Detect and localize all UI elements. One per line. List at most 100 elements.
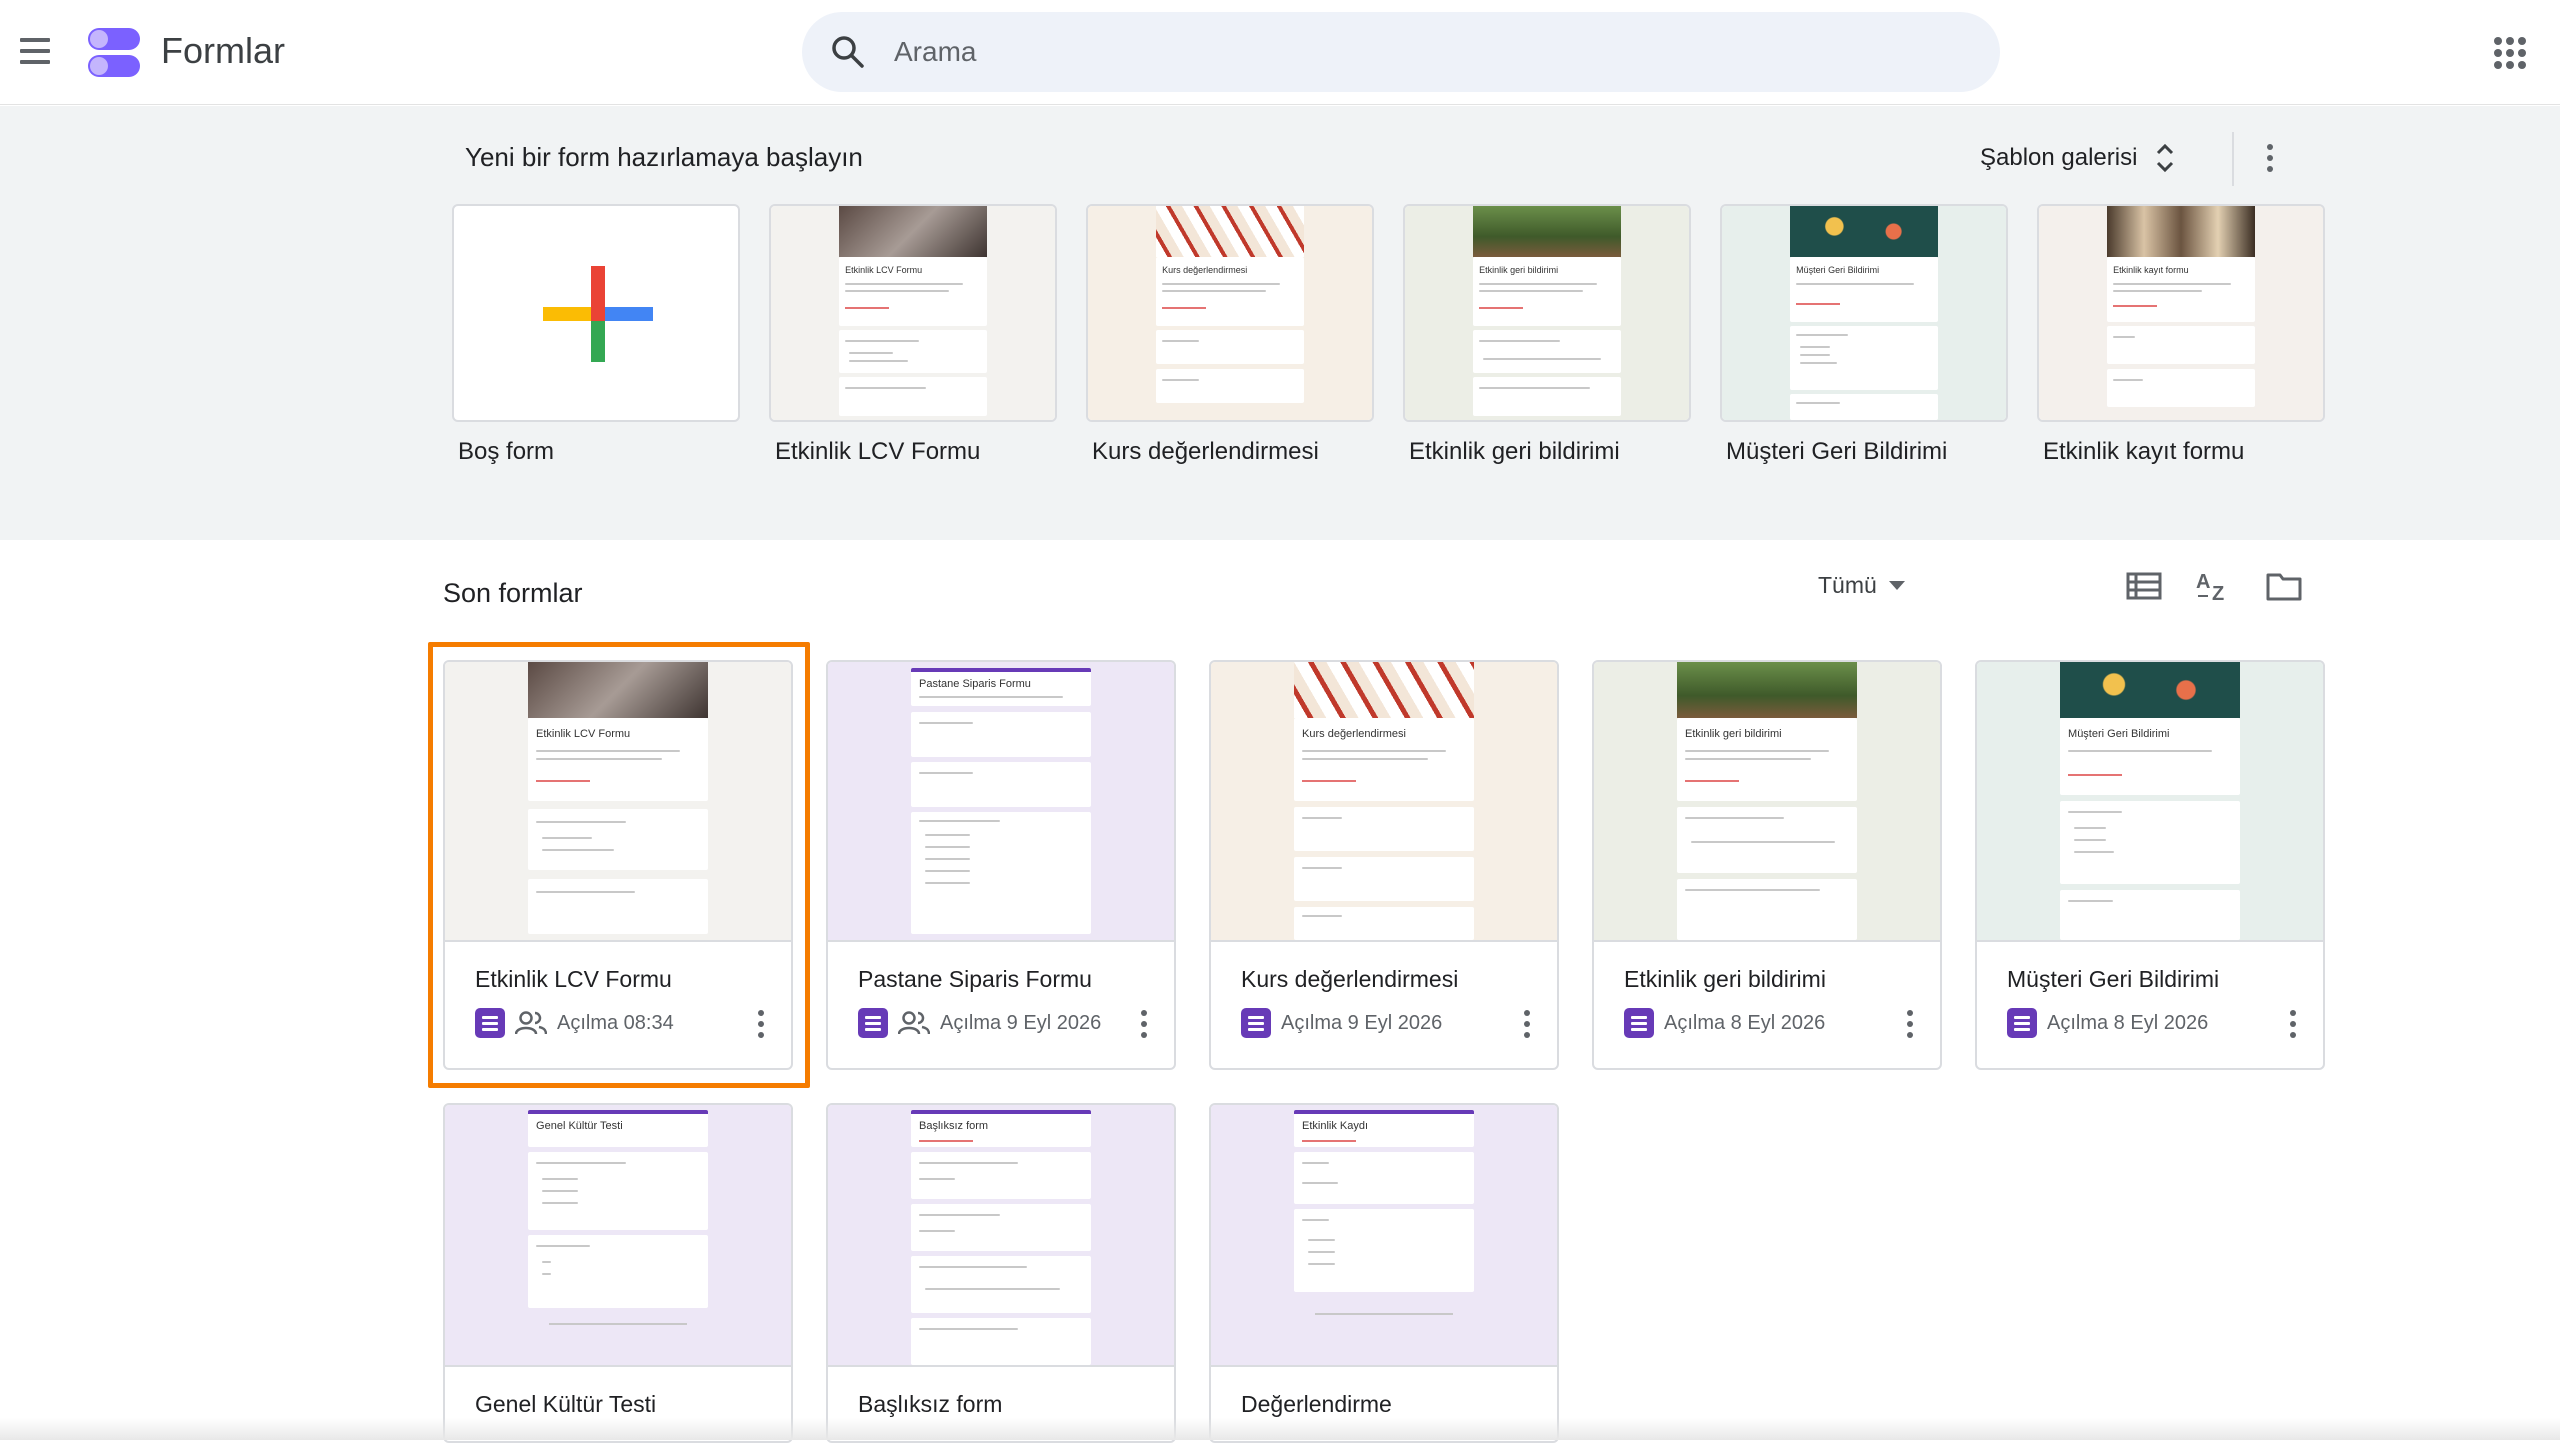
preview-title: Etkinlik LCV Formu [536, 727, 631, 740]
form-thumbnail: Başlıksız form [828, 1105, 1174, 1367]
template-card-event-feedback[interactable]: Etkinlik geri bildirimi [1403, 204, 1691, 422]
form-title[interactable]: Genel Kültür Testi [475, 1391, 656, 1418]
preview-title: Kurs değerlendirmesi [1162, 265, 1248, 276]
forms-file-icon [2007, 1008, 2037, 1038]
folder-icon[interactable] [2264, 566, 2304, 606]
form-meta: Açılma 9 Eyl 2026 [1241, 1008, 1442, 1038]
more-options-icon[interactable] [1134, 1008, 1154, 1038]
unfold-icon [2157, 143, 2174, 173]
form-meta: Açılma 08:34 [475, 1008, 674, 1038]
recent-form-card[interactable]: Etkinlik Kaydı Değerlendirme [1209, 1103, 1559, 1443]
form-title[interactable]: Kurs değerlendirmesi [1241, 966, 1458, 993]
form-preview: Müşteri Geri Bildirimi [1722, 206, 2006, 420]
preview-title: Etkinlik kayıt formu [2113, 265, 2189, 276]
top-app-bar: Formlar [0, 0, 2560, 105]
dropdown-arrow-icon [1888, 580, 1905, 590]
recent-form-card[interactable]: Etkinlik geri bildirimi Etkinlik geri bi… [1592, 660, 1942, 1070]
template-card-event-rsvp[interactable]: Etkinlik LCV Formu [769, 204, 1057, 422]
preview-title: Etkinlik geri bildirimi [1685, 727, 1782, 740]
template-name[interactable]: Etkinlik kayıt formu [2043, 438, 2244, 466]
template-name[interactable]: Etkinlik LCV Formu [775, 438, 980, 466]
more-options-icon[interactable] [2283, 1008, 2303, 1038]
form-thumbnail: Etkinlik Kaydı [1211, 1105, 1557, 1367]
template-card-customer-feedback[interactable]: Müşteri Geri Bildirimi [1720, 204, 2008, 422]
form-meta: Açılma 8 Eyl 2026 [2007, 1008, 2208, 1038]
preview-title: Kurs değerlendirmesi [1302, 727, 1406, 740]
preview-title: Müşteri Geri Bildirimi [2068, 727, 2170, 740]
svg-text:A: A [2196, 571, 2210, 593]
preview-title: Etkinlik geri bildirimi [1479, 265, 1559, 276]
forms-logo-icon[interactable] [86, 25, 142, 81]
preview-title: Müşteri Geri Bildirimi [1796, 265, 1880, 276]
main-menu-icon[interactable] [18, 38, 52, 66]
form-thumbnail: Etkinlik LCV Formu [445, 662, 791, 942]
form-preview: Etkinlik geri bildirimi [1405, 206, 1689, 420]
more-options-icon[interactable] [1900, 1008, 1920, 1038]
form-thumbnail: Pastane Siparis Formu [828, 662, 1174, 942]
template-section: Yeni bir form hazırlamaya başlayın Şablo… [0, 106, 2560, 540]
form-thumbnail: Kurs değerlendirmesi [1211, 662, 1557, 942]
template-more-icon[interactable] [2255, 138, 2285, 182]
form-thumbnail: Etkinlik geri bildirimi [1594, 662, 1940, 942]
more-options-icon[interactable] [1517, 1008, 1537, 1038]
recent-form-card[interactable]: Genel Kültür Testi Genel Kültür Testi [443, 1103, 793, 1443]
form-last-opened: Açılma 08:34 [557, 1011, 674, 1034]
recent-form-card[interactable]: Pastane Siparis Formu Pastane Siparis Fo… [826, 660, 1176, 1070]
svg-text:Z: Z [2212, 583, 2224, 605]
form-preview: Kurs değerlendirmesi [1088, 206, 1372, 420]
form-title[interactable]: Pastane Siparis Formu [858, 966, 1092, 993]
template-name[interactable]: Müşteri Geri Bildirimi [1726, 438, 1947, 466]
forms-file-icon [1241, 1008, 1271, 1038]
preview-title: Etkinlik Kaydı [1302, 1120, 1369, 1133]
scroll-shadow [0, 1418, 2560, 1440]
app-title[interactable]: Formlar [161, 30, 285, 72]
template-card-blank[interactable] [452, 204, 740, 422]
form-thumbnail: Müşteri Geri Bildirimi [1977, 662, 2323, 942]
owner-filter-dropdown[interactable]: Tümü [1818, 572, 1905, 599]
template-gallery-button[interactable]: Şablon galerisi [1980, 136, 2175, 180]
form-thumbnail: Genel Kültür Testi [445, 1105, 791, 1367]
recent-form-card[interactable]: Kurs değerlendirmesi Kurs değerlendirmes… [1209, 660, 1559, 1070]
template-name[interactable]: Etkinlik geri bildirimi [1409, 438, 1620, 466]
plus-icon [543, 266, 653, 362]
form-meta: Açılma 8 Eyl 2026 [1624, 1008, 1825, 1038]
preview-title: Pastane Siparis Formu [919, 677, 1031, 690]
preview-title: Başlıksız form [919, 1120, 989, 1133]
form-title[interactable]: Başlıksız form [858, 1391, 1002, 1418]
shared-people-icon [898, 1011, 930, 1035]
form-preview: Etkinlik LCV Formu [771, 206, 1055, 420]
form-title[interactable]: Etkinlik geri bildirimi [1624, 966, 1826, 993]
form-meta: Açılma 9 Eyl 2026 [858, 1008, 1101, 1038]
preview-title: Etkinlik LCV Formu [845, 265, 923, 276]
sort-az-icon[interactable]: AZ [2194, 566, 2234, 606]
search-bar[interactable] [802, 12, 2000, 92]
form-title[interactable]: Değerlendirme [1241, 1391, 1392, 1418]
list-view-icon[interactable] [2124, 566, 2164, 606]
template-name[interactable]: Boş form [458, 438, 554, 466]
template-card-course-eval[interactable]: Kurs değerlendirmesi [1086, 204, 1374, 422]
form-title[interactable]: Müşteri Geri Bildirimi [2007, 966, 2219, 993]
template-heading: Yeni bir form hazırlamaya başlayın [465, 142, 863, 172]
more-options-icon[interactable] [751, 1008, 771, 1038]
template-gallery-label: Şablon galerisi [1980, 144, 2138, 171]
form-last-opened: Açılma 9 Eyl 2026 [940, 1011, 1102, 1034]
toolbar-divider [2232, 132, 2234, 186]
template-name[interactable]: Kurs değerlendirmesi [1092, 438, 1319, 466]
forms-file-icon [475, 1008, 505, 1038]
form-title[interactable]: Etkinlik LCV Formu [475, 966, 672, 993]
template-card-event-registration[interactable]: Etkinlik kayıt formu [2037, 204, 2325, 422]
recent-form-card[interactable]: Müşteri Geri Bildirimi Müşteri Geri Bild… [1975, 660, 2325, 1070]
shared-people-icon [515, 1011, 547, 1035]
forms-file-icon [1624, 1008, 1654, 1038]
forms-file-icon [858, 1008, 888, 1038]
search-input[interactable] [894, 30, 1954, 74]
google-apps-icon[interactable] [2493, 36, 2527, 70]
owner-filter-label: Tümü [1818, 572, 1877, 598]
form-last-opened: Açılma 8 Eyl 2026 [2047, 1011, 2209, 1034]
search-icon[interactable] [830, 34, 866, 70]
form-last-opened: Açılma 8 Eyl 2026 [1664, 1011, 1826, 1034]
recent-form-card[interactable]: Etkinlik LCV Formu Etkinlik LCV Formu Aç… [443, 660, 793, 1070]
form-preview: Etkinlik kayıt formu [2039, 206, 2323, 420]
recent-form-card[interactable]: Başlıksız form Başlıksız form [826, 1103, 1176, 1443]
form-last-opened: Açılma 9 Eyl 2026 [1281, 1011, 1443, 1034]
